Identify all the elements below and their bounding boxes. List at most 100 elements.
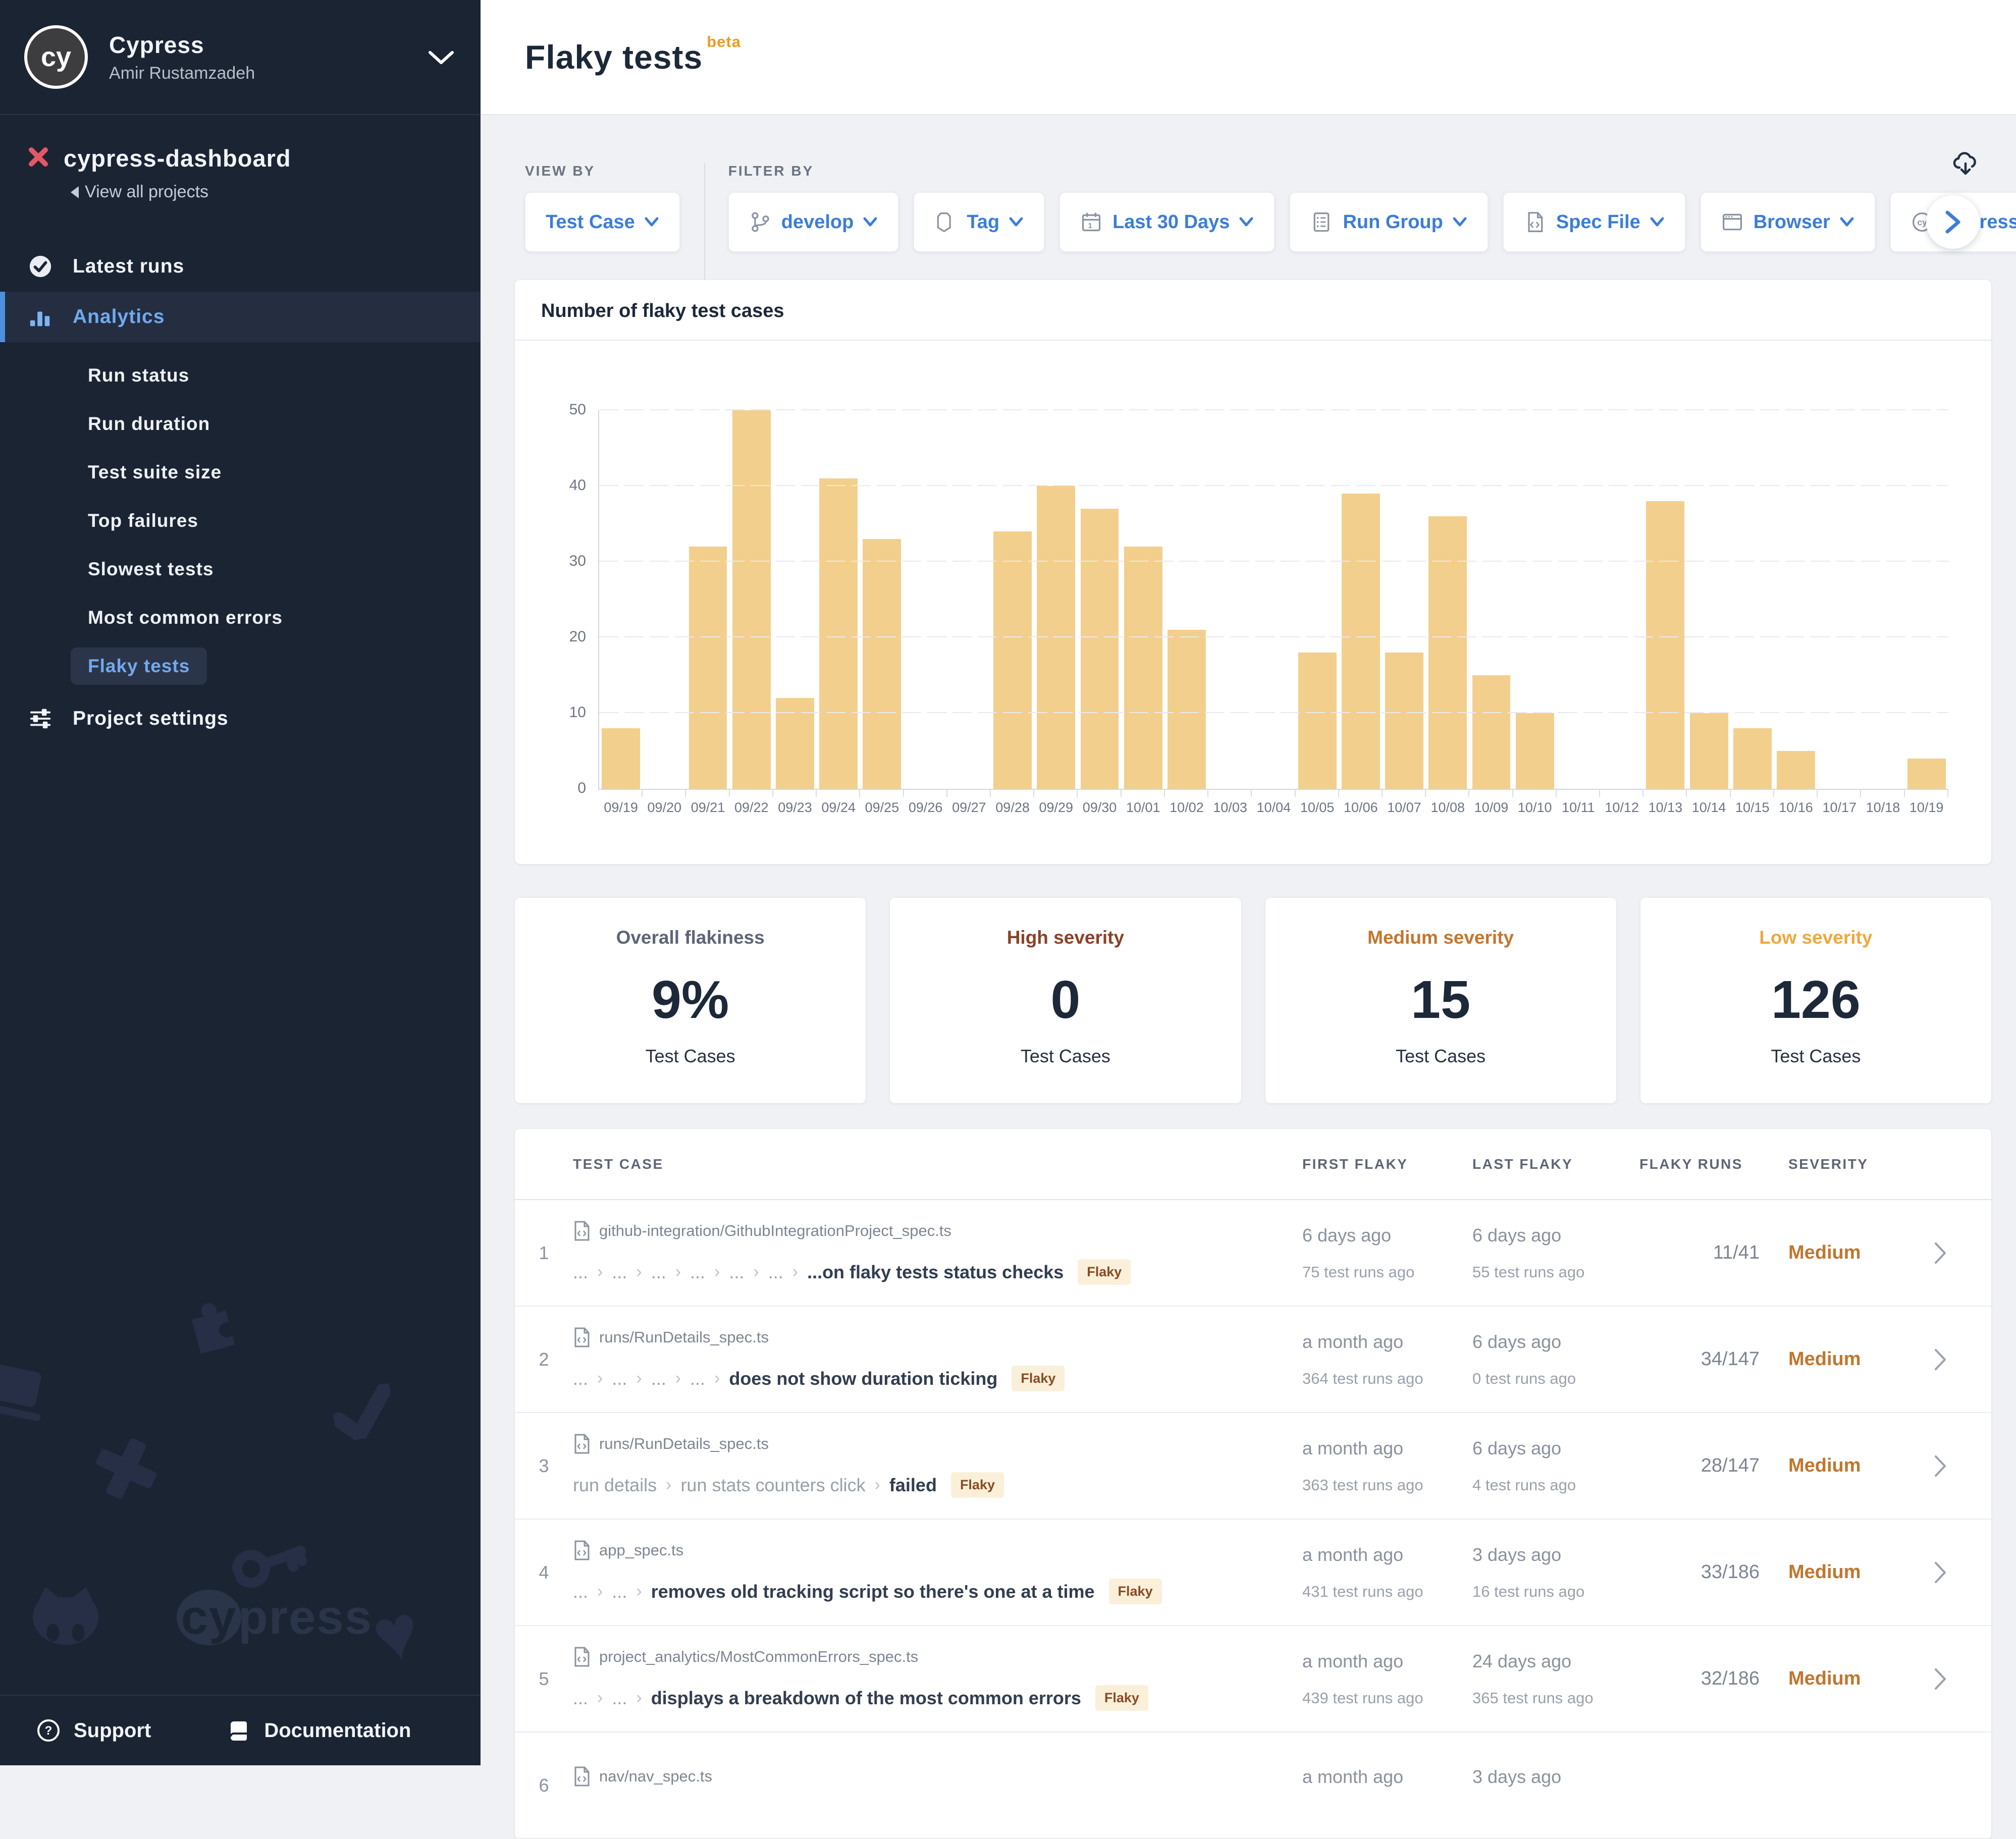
gridline [599, 409, 1948, 410]
column-header-flaky-runs[interactable]: FLAKY RUNS [1639, 1156, 1760, 1172]
row-chevron-icon[interactable] [1889, 1626, 1991, 1732]
support-link[interactable]: ? Support [36, 1718, 151, 1743]
bar[interactable] [602, 728, 640, 789]
column-header-test-case[interactable]: TEST CASE [573, 1156, 1302, 1172]
bar[interactable] [1385, 653, 1423, 789]
filter-chip-browser[interactable]: Browser [1701, 192, 1875, 252]
row-chevron-icon[interactable] [1889, 1307, 1991, 1412]
last-flaky-time: 6 days ago [1472, 1331, 1639, 1353]
first-flaky-runs-ago: 439 test runs ago [1302, 1689, 1472, 1707]
test-title[interactable]: displays a breakdown of the most common … [651, 1688, 1081, 1709]
bar[interactable] [1733, 728, 1772, 789]
check-watermark-icon [329, 1383, 398, 1443]
spec-path[interactable]: nav/nav_spec.ts [599, 1767, 712, 1786]
bar[interactable] [1690, 713, 1728, 789]
bar[interactable] [1472, 675, 1511, 789]
x-axis-label: 09/28 [991, 800, 1034, 816]
row-index: 1 [515, 1200, 573, 1306]
breadcrumb-separator: › [636, 1262, 642, 1282]
sidebar-item-flaky-tests[interactable]: Flaky tests [0, 642, 481, 690]
test-breadcrumb[interactable]: ...›...›displays a breakdown of the most… [573, 1685, 1302, 1711]
test-title[interactable]: ...on flaky tests status checks [807, 1262, 1064, 1283]
sidebar-item-run-status[interactable]: Run status [0, 351, 481, 400]
x-axis-labels: 09/1909/2009/2109/2209/2309/2409/2509/26… [599, 800, 1948, 816]
x-axis-label: 09/25 [860, 800, 904, 816]
project-close-icon[interactable] [28, 147, 48, 170]
bar[interactable] [1298, 653, 1337, 789]
bar[interactable] [1342, 494, 1380, 789]
chevron-down-icon [1452, 217, 1467, 228]
row-chevron-icon[interactable] [1889, 1200, 1991, 1306]
sidebar-item-run-duration[interactable]: Run duration [0, 400, 481, 448]
filter-chip-develop[interactable]: develop [728, 192, 899, 252]
table-row[interactable]: 2 runs/RunDetails_spec.ts ...›...›...›..… [515, 1307, 1991, 1413]
table-row[interactable]: 6 nav/nav_spec.ts a month ago 3 days ago [515, 1733, 1991, 1839]
sidebar-item-top-failures[interactable]: Top failures [0, 497, 481, 545]
analytics-sub-list: Run status Run duration Test suite size … [0, 351, 481, 690]
test-title[interactable]: removes old tracking script so there's o… [651, 1581, 1095, 1602]
bar[interactable] [1168, 630, 1206, 789]
test-title[interactable]: does not show duration ticking [729, 1368, 997, 1389]
bar[interactable] [1907, 759, 1946, 789]
test-breadcrumb[interactable]: ...›...›...›...›...›...›...on flaky test… [573, 1259, 1302, 1285]
x-axis-label: 10/07 [1383, 800, 1426, 816]
filter-chip-run-group[interactable]: Run Group [1290, 192, 1488, 252]
column-header-severity[interactable]: SEVERITY [1760, 1156, 1889, 1172]
org-switcher[interactable]: cy Cypress Amir Rustamzadeh [0, 0, 481, 115]
bar-slot [773, 410, 817, 789]
bar[interactable] [732, 410, 771, 789]
breadcrumb-item: ... [690, 1262, 705, 1283]
bar[interactable] [1646, 501, 1684, 789]
sidebar-item-project-settings[interactable]: Project settings [0, 693, 481, 744]
test-breadcrumb[interactable]: run details›run stats counters click›fai… [573, 1472, 1302, 1498]
spec-path[interactable]: github-integration/GithubIntegrationProj… [599, 1222, 951, 1240]
stat-caption: Test Cases [515, 1046, 866, 1067]
x-axis-label: 10/05 [1296, 800, 1339, 816]
column-header-first-flaky[interactable]: FIRST FLAKY [1302, 1156, 1472, 1172]
spec-path[interactable]: runs/RunDetails_spec.ts [599, 1328, 769, 1346]
filter-chip-label: Run Group [1343, 211, 1443, 233]
row-chevron-icon[interactable] [1889, 1520, 1991, 1625]
bar[interactable] [689, 547, 727, 789]
documentation-link[interactable]: Documentation [227, 1718, 411, 1743]
bar[interactable] [993, 531, 1032, 789]
breadcrumb-separator: › [597, 1688, 603, 1708]
bar[interactable] [1516, 713, 1554, 789]
table-row[interactable]: 4 app_spec.ts ...›...›removes old tracki… [515, 1520, 1991, 1626]
row-chevron-icon[interactable] [1889, 1413, 1991, 1519]
bar[interactable] [1124, 547, 1162, 789]
table-row[interactable]: 5 project_analytics/MostCommonErrors_spe… [515, 1626, 1991, 1733]
sidebar-item-analytics[interactable]: Analytics [0, 292, 481, 342]
bar[interactable] [819, 478, 858, 789]
test-breadcrumb[interactable]: ...›...›removes old tracking script so t… [573, 1579, 1302, 1604]
table-row[interactable]: 3 runs/RunDetails_spec.ts run details›ru… [515, 1413, 1991, 1520]
x-axis-label: 09/22 [730, 800, 773, 816]
bar[interactable] [1081, 509, 1119, 789]
table-row[interactable]: 1 github-integration/GithubIntegrationPr… [515, 1200, 1991, 1307]
bar[interactable] [776, 698, 814, 789]
sidebar-item-slowest-tests[interactable]: Slowest tests [0, 545, 481, 593]
sidebar-item-latest-runs[interactable]: Latest runs [0, 241, 481, 292]
view-all-projects-link[interactable]: View all projects [71, 182, 481, 202]
bar[interactable] [1777, 751, 1815, 789]
filters-scroll-right-button[interactable] [1926, 195, 1980, 249]
spec-path[interactable]: runs/RunDetails_spec.ts [599, 1435, 769, 1453]
bar[interactable] [1037, 486, 1075, 789]
bar[interactable] [1428, 516, 1467, 789]
spec-path[interactable]: project_analytics/MostCommonErrors_spec.… [599, 1648, 918, 1666]
sidebar-item-test-suite-size[interactable]: Test suite size [0, 448, 481, 497]
filter-chip-tag[interactable]: Tag [914, 192, 1044, 252]
column-header-last-flaky[interactable]: LAST FLAKY [1472, 1156, 1639, 1172]
view-by-test-case-dropdown[interactable]: Test Case [525, 192, 680, 252]
test-breadcrumb[interactable]: ...›...›...›...›does not show duration t… [573, 1366, 1302, 1391]
filter-chip-spec-file[interactable]: Spec File [1503, 192, 1685, 252]
download-icon[interactable] [1952, 151, 1979, 180]
spec-path[interactable]: app_spec.ts [599, 1541, 683, 1559]
test-title[interactable]: failed [889, 1475, 937, 1496]
beta-badge: beta [707, 33, 741, 50]
sidebar-item-most-common-errors[interactable]: Most common errors [0, 593, 481, 642]
filter-chip-label: develop [781, 211, 854, 233]
filter-chip-last-30-days[interactable]: 1Last 30 Days [1059, 192, 1275, 252]
bar[interactable] [863, 539, 901, 789]
stat-card-low-severity: Low severity 126 Test Cases [1640, 898, 1991, 1103]
